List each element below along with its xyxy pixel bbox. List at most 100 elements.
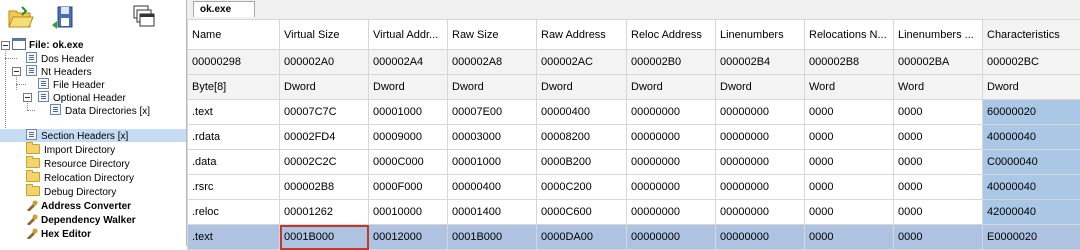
table-cell[interactable]: 0000C600 — [537, 200, 627, 225]
table-cell[interactable]: 60000020 — [983, 100, 1080, 125]
table-cell[interactable]: 00000000 — [716, 125, 805, 150]
column-header[interactable]: Linenumbers ... — [894, 20, 983, 50]
table-cell[interactable]: 00000000 — [716, 175, 805, 200]
table-cell[interactable]: 0000 — [805, 150, 894, 175]
column-header[interactable]: Raw Address — [537, 20, 627, 50]
table-cell[interactable]: Dword — [537, 75, 627, 100]
table-row[interactable]: .data00002C2C0000C000000010000000B200000… — [188, 150, 1080, 175]
table-cell[interactable]: .rsrc — [188, 175, 280, 200]
tree-item-hex-editor[interactable]: Hex Editor — [26, 228, 91, 241]
collapse-optional-header-icon[interactable] — [23, 93, 32, 102]
table-cell[interactable]: 00002C2C — [280, 150, 369, 175]
tree-item-resource-directory[interactable]: Resource Directory — [26, 158, 130, 171]
table-cell[interactable]: 0000 — [805, 200, 894, 225]
tree-item-section-headers[interactable]: Section Headers [x] — [0, 129, 186, 142]
tree-item-optional-header[interactable]: Optional Header — [38, 91, 126, 104]
column-header[interactable]: Relocations N... — [805, 20, 894, 50]
open-folder-icon[interactable] — [6, 3, 34, 31]
column-header[interactable]: Name — [188, 20, 280, 50]
table-cell[interactable]: 00000000 — [627, 175, 716, 200]
table-cell[interactable]: 00003000 — [448, 125, 537, 150]
table-cell[interactable]: 00001000 — [448, 150, 537, 175]
table-cell[interactable]: 000002B4 — [716, 50, 805, 75]
tree-item-data-directories[interactable]: Data Directories [x] — [50, 104, 150, 117]
tree-item-relocation-directory[interactable]: Relocation Directory — [26, 172, 134, 185]
table-cell[interactable]: 00002FD4 — [280, 125, 369, 150]
table-cell[interactable]: Dword — [627, 75, 716, 100]
table-cell[interactable]: 000002A0 — [280, 50, 369, 75]
table-cell[interactable]: 00001400 — [448, 200, 537, 225]
collapse-nt-headers-icon[interactable] — [12, 67, 21, 76]
table-cell[interactable]: 0000 — [894, 150, 983, 175]
column-header[interactable]: Characteristics — [983, 20, 1080, 50]
table-cell[interactable]: 0000 — [894, 200, 983, 225]
table-cell[interactable]: Dword — [280, 75, 369, 100]
table-cell[interactable]: .text — [188, 100, 280, 125]
table-cell[interactable]: 0000B200 — [537, 150, 627, 175]
table-cell[interactable]: Word — [805, 75, 894, 100]
table-cell[interactable]: 00000000 — [627, 125, 716, 150]
table-cell[interactable]: 00000000 — [716, 100, 805, 125]
table-cell[interactable]: Byte[8] — [188, 75, 280, 100]
table-cell[interactable]: 000002BC — [983, 50, 1080, 75]
table-cell[interactable]: 000002AC — [537, 50, 627, 75]
column-header[interactable]: Reloc Address — [627, 20, 716, 50]
tree-item-file-header[interactable]: File Header — [38, 78, 105, 91]
table-cell[interactable]: 00000000 — [716, 200, 805, 225]
tab-ok-exe[interactable]: ok.exe — [193, 1, 255, 17]
table-cell[interactable]: Dword — [983, 75, 1080, 100]
table-cell[interactable]: 000002BA — [894, 50, 983, 75]
tree-item-dos-header[interactable]: Dos Header — [26, 52, 94, 65]
offset-row[interactable]: 00000298000002A0000002A4000002A8000002AC… — [188, 50, 1080, 75]
table-cell[interactable]: Word — [894, 75, 983, 100]
table-cell[interactable]: 000002B8 — [280, 175, 369, 200]
table-cell[interactable]: C0000040 — [983, 150, 1080, 175]
column-header-row[interactable]: NameVirtual SizeVirtual Addr...Raw SizeR… — [188, 20, 1080, 50]
column-header[interactable]: Virtual Size — [280, 20, 369, 50]
table-cell[interactable]: 00000000 — [627, 150, 716, 175]
tree-item-dependency-walker[interactable]: Dependency Walker — [26, 214, 136, 227]
table-cell[interactable]: 0000 — [805, 100, 894, 125]
table-cell[interactable]: 0000C200 — [537, 175, 627, 200]
table-cell[interactable]: 00001262 — [280, 200, 369, 225]
type-row[interactable]: Byte[8]DwordDwordDwordDwordDwordDwordWor… — [188, 75, 1080, 100]
table-row[interactable]: .text00007C7C0000100000007E0000000400000… — [188, 100, 1080, 125]
table-cell[interactable]: 42000040 — [983, 200, 1080, 225]
save-icon[interactable] — [50, 3, 78, 31]
table-cell[interactable]: 0000 — [805, 125, 894, 150]
table-cell[interactable]: 000002A8 — [448, 50, 537, 75]
table-cell[interactable]: Dword — [716, 75, 805, 100]
table-row[interactable]: .rsrc000002B80000F000000004000000C200000… — [188, 175, 1080, 200]
table-cell[interactable]: 40000040 — [983, 125, 1080, 150]
collapse-root-icon[interactable] — [1, 41, 10, 50]
table-row[interactable]: .reloc0000126200010000000014000000C60000… — [188, 200, 1080, 225]
table-cell[interactable]: 000002B8 — [805, 50, 894, 75]
table-cell[interactable]: 0000 — [894, 100, 983, 125]
table-cell[interactable]: 0000F000 — [369, 175, 448, 200]
table-cell[interactable]: .rdata — [188, 125, 280, 150]
table-cell[interactable]: 0000 — [894, 125, 983, 150]
tree-item-import-directory[interactable]: Import Directory — [26, 144, 115, 157]
table-cell[interactable]: 0000C000 — [369, 150, 448, 175]
table-cell[interactable]: 00000000 — [716, 150, 805, 175]
table-cell[interactable]: Dword — [369, 75, 448, 100]
tree-item-nt-headers[interactable]: Nt Headers — [26, 65, 92, 78]
table-cell[interactable]: 00000000 — [627, 200, 716, 225]
table-cell[interactable]: 00007E00 — [448, 100, 537, 125]
tree-item-debug-directory[interactable]: Debug Directory — [26, 186, 116, 199]
table-cell[interactable]: 00000298 — [188, 50, 280, 75]
table-cell[interactable]: 00001000 — [369, 100, 448, 125]
table-cell[interactable]: Dword — [448, 75, 537, 100]
table-cell[interactable]: 000002B0 — [627, 50, 716, 75]
table-cell[interactable]: .reloc — [188, 200, 280, 225]
table-cell[interactable]: 00008200 — [537, 125, 627, 150]
column-header[interactable]: Linenumbers — [716, 20, 805, 50]
tree-item-file[interactable]: File: ok.exe — [12, 38, 83, 51]
table-cell[interactable]: 00009000 — [369, 125, 448, 150]
table-cell[interactable]: 00000400 — [448, 175, 537, 200]
table-cell[interactable]: 0000 — [805, 175, 894, 200]
tree-item-address-converter[interactable]: Address Converter — [26, 200, 131, 213]
column-header[interactable]: Virtual Addr... — [369, 20, 448, 50]
table-cell[interactable]: 00007C7C — [280, 100, 369, 125]
table-cell[interactable]: .data — [188, 150, 280, 175]
